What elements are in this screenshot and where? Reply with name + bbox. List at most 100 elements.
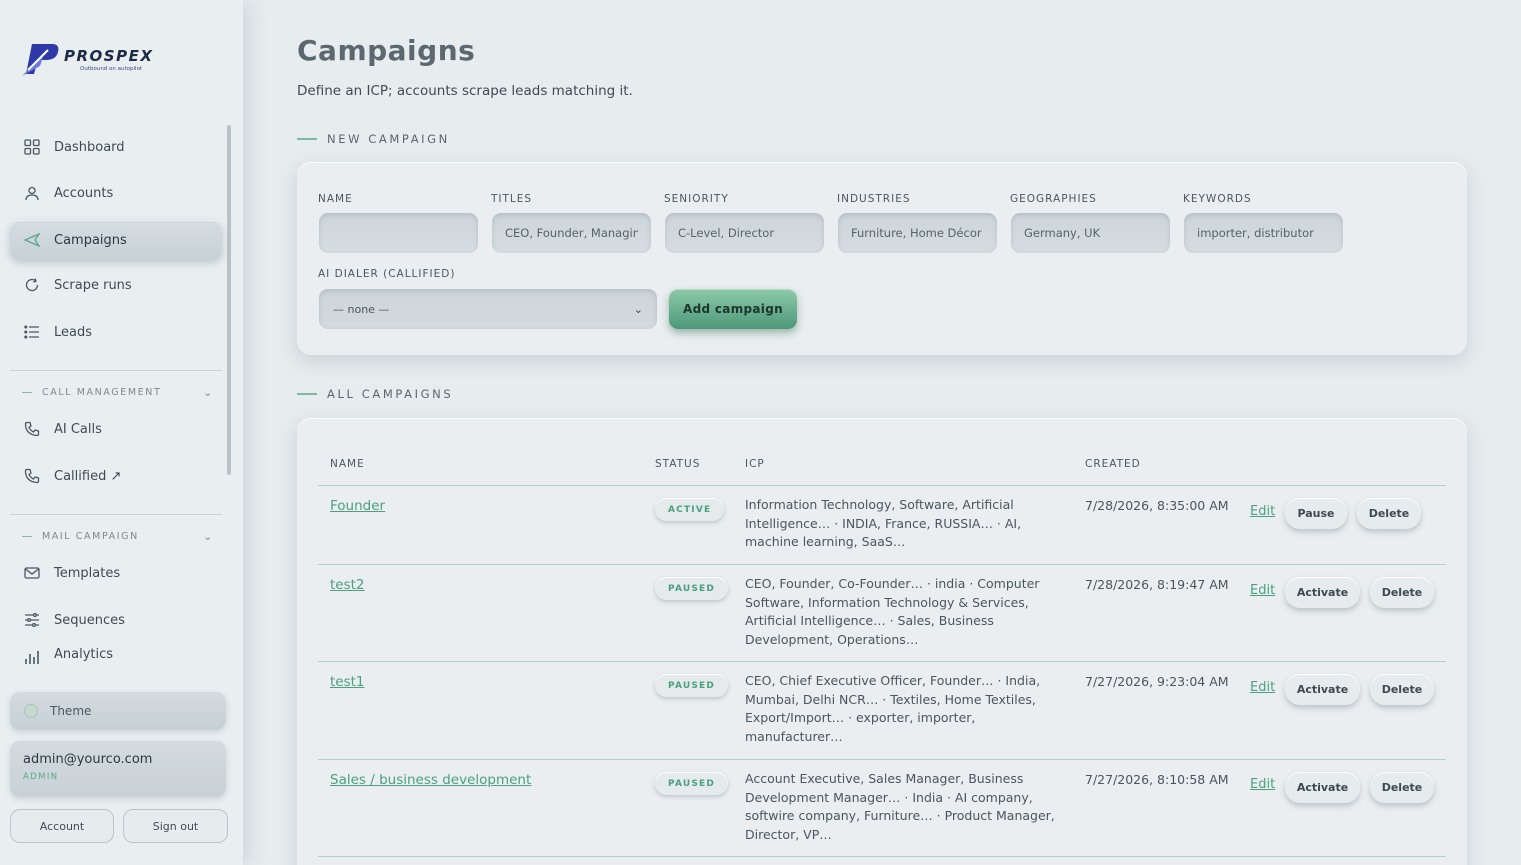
status-badge: PAUSED <box>655 577 729 600</box>
section-title-new-campaign: NEW CAMPAIGN <box>297 132 450 146</box>
sidebar: PROSPEX Outbound on autopilot Dashboard … <box>0 0 243 865</box>
user-email: admin@yourco.com <box>23 752 153 767</box>
user-card: admin@yourco.com ADMIN <box>10 741 226 797</box>
edit-link[interactable]: Edit <box>1250 777 1275 792</box>
theme-toggle-button[interactable]: Theme <box>10 692 226 730</box>
seniority-label: SENIORITY <box>664 193 729 205</box>
campaign-name-link[interactable]: Founder <box>330 498 385 514</box>
list-icon <box>22 322 42 342</box>
delete-button[interactable]: Delete <box>1370 772 1434 803</box>
campaign-created: 7/28/2026, 8:19:47 AM <box>1085 577 1229 592</box>
name-label: NAME <box>318 193 353 205</box>
campaign-icp: Account Executive, Sales Manager, Busine… <box>745 771 1055 843</box>
section-title: MAIL CAMPAIGN <box>42 531 139 542</box>
new-campaign-card: NAME TITLES SENIORITY INDUSTRIES GEOGRAP… <box>297 162 1467 355</box>
section-dash <box>297 138 317 140</box>
ai-dialer-label: AI DIALER (CALLIFIED) <box>318 268 456 280</box>
industries-label: INDUSTRIES <box>837 193 911 205</box>
theme-label: Theme <box>50 704 92 718</box>
row-divider <box>318 661 1446 662</box>
delete-button[interactable]: Delete <box>1370 674 1434 705</box>
campaign-name-link[interactable]: Sales / business development <box>330 772 531 788</box>
add-campaign-button[interactable]: Add campaign <box>669 289 797 329</box>
brand-logo[interactable]: PROSPEX Outbound on autopilot <box>18 40 178 80</box>
delete-button[interactable]: Delete <box>1357 498 1421 529</box>
sidebar-item-scrape-runs[interactable]: Scrape runs <box>10 265 222 305</box>
send-icon <box>22 230 42 250</box>
main-content: Campaigns Define an ICP; accounts scrape… <box>243 0 1521 865</box>
sidebar-item-leads[interactable]: Leads <box>10 312 222 352</box>
sliders-icon <box>22 610 42 630</box>
logo-mark-icon <box>22 44 59 76</box>
chevron-down-icon: ⌄ <box>633 302 643 316</box>
row-divider <box>318 564 1446 565</box>
sidebar-divider <box>10 370 222 371</box>
activate-button[interactable]: Activate <box>1285 577 1360 608</box>
name-input[interactable] <box>319 213 478 253</box>
sidebar-item-label: Leads <box>54 324 93 340</box>
activate-button[interactable]: Activate <box>1285 772 1360 803</box>
section-title-text: ALL CAMPAIGNS <box>327 387 454 401</box>
sidebar-item-callified[interactable]: Callified ↗ <box>10 456 222 496</box>
mail-icon <box>22 563 42 583</box>
campaign-name-link[interactable]: test2 <box>330 577 365 593</box>
table-header-divider <box>318 485 1446 486</box>
campaign-icp: Information Technology, Software, Artifi… <box>745 497 1022 550</box>
section-dash <box>22 536 32 537</box>
campaign-created: 7/27/2026, 9:23:04 AM <box>1085 674 1229 689</box>
sidebar-scrollbar[interactable] <box>227 125 231 475</box>
sidebar-item-analytics[interactable]: Analytics <box>10 646 222 666</box>
edit-link[interactable]: Edit <box>1250 583 1275 598</box>
campaign-created: 7/27/2026, 8:10:58 AM <box>1085 772 1229 787</box>
keywords-input[interactable] <box>1184 213 1343 253</box>
sidebar-item-label: Scrape runs <box>54 277 132 293</box>
sidebar-item-campaigns[interactable]: Campaigns <box>10 220 222 260</box>
geographies-label: GEOGRAPHIES <box>1010 193 1097 205</box>
phone-icon <box>22 466 42 486</box>
row-divider <box>318 856 1446 857</box>
grid-icon <box>22 137 42 157</box>
bar-chart-icon <box>22 647 42 666</box>
brand-tagline: Outbound on autopilot <box>80 66 143 72</box>
ai-dialer-selected-value: — none — <box>333 302 390 316</box>
industries-input[interactable] <box>838 213 997 253</box>
column-header-name: NAME <box>330 458 365 470</box>
sidebar-item-accounts[interactable]: Accounts <box>10 173 222 213</box>
sidebar-item-sequences[interactable]: Sequences <box>10 600 222 640</box>
campaigns-table-card: NAME STATUS ICP CREATED Founder ACTIVE I… <box>297 418 1467 865</box>
sidebar-item-dashboard[interactable]: Dashboard <box>10 127 222 167</box>
edit-link[interactable]: Edit <box>1250 504 1275 519</box>
sidebar-item-label: Callified ↗ <box>54 468 122 484</box>
sidebar-item-label: Templates <box>54 565 121 581</box>
sidebar-item-label: AI Calls <box>54 421 102 437</box>
phone-icon <box>22 419 42 439</box>
user-icon <box>22 183 42 203</box>
column-header-icp: ICP <box>745 458 765 470</box>
column-header-created: CREATED <box>1085 458 1141 470</box>
sidebar-item-label: Dashboard <box>54 139 125 155</box>
sign-out-button[interactable]: Sign out <box>123 809 228 843</box>
ai-dialer-select[interactable]: — none — ⌄ <box>319 289 657 329</box>
campaign-icp: CEO, Founder, Co-Founder… · india · Comp… <box>745 576 1040 648</box>
sidebar-item-label: Accounts <box>54 185 114 201</box>
delete-button[interactable]: Delete <box>1370 577 1434 608</box>
pause-button[interactable]: Pause <box>1285 498 1347 529</box>
campaign-icp: CEO, Chief Executive Officer, Founder… ·… <box>745 673 1041 745</box>
section-toggle-mail-campaign[interactable]: MAIL CAMPAIGN ⌄ <box>22 530 214 543</box>
seniority-input[interactable] <box>665 213 824 253</box>
campaign-name-link[interactable]: test1 <box>330 674 365 690</box>
column-header-status: STATUS <box>655 458 701 470</box>
user-role-badge: ADMIN <box>23 772 59 782</box>
sidebar-item-label: Campaigns <box>54 232 127 248</box>
geographies-input[interactable] <box>1011 213 1170 253</box>
sidebar-item-templates[interactable]: Templates <box>10 553 222 593</box>
account-button[interactable]: Account <box>10 809 114 843</box>
edit-link[interactable]: Edit <box>1250 680 1275 695</box>
titles-input[interactable] <box>492 213 651 253</box>
chevron-down-icon: ⌄ <box>203 386 214 399</box>
section-toggle-call-management[interactable]: CALL MANAGEMENT ⌄ <box>22 386 214 399</box>
sidebar-item-ai-calls[interactable]: AI Calls <box>10 409 222 449</box>
chevron-down-icon: ⌄ <box>203 530 214 543</box>
activate-button[interactable]: Activate <box>1285 674 1360 705</box>
titles-label: TITLES <box>491 193 533 205</box>
